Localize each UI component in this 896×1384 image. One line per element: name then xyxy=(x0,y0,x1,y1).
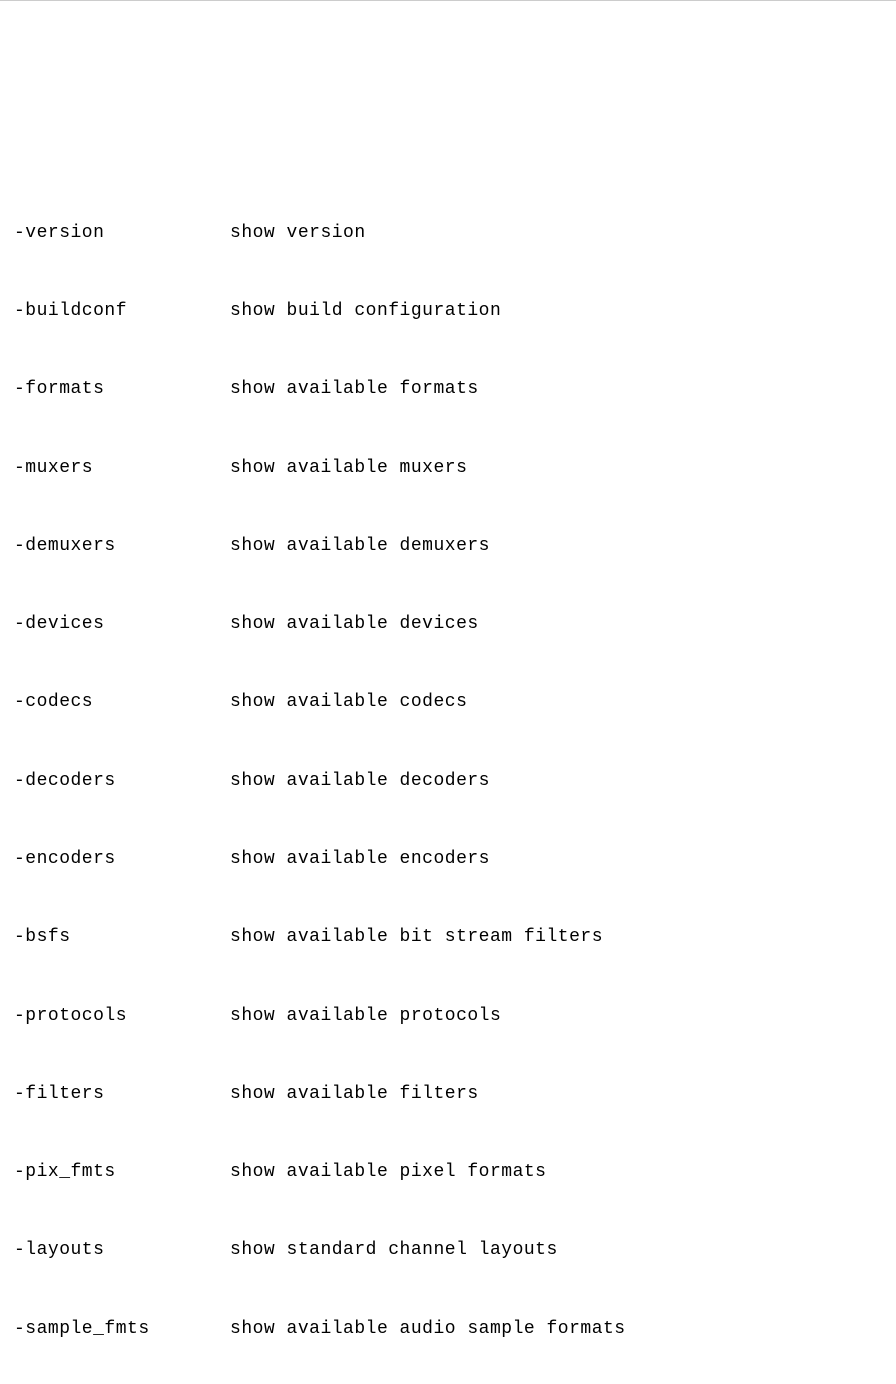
option-flag: -buildconf xyxy=(14,298,230,324)
option-desc: show available audio sample formats xyxy=(230,1319,626,1339)
option-desc: show available bit stream filters xyxy=(230,927,603,947)
option-flag: -demuxers xyxy=(14,533,230,559)
option-desc: show standard channel layouts xyxy=(230,1240,558,1260)
option-row: -muxersshow available muxers xyxy=(14,455,896,481)
option-flag: -bsfs xyxy=(14,924,230,950)
option-flag: -pix_fmts xyxy=(14,1159,230,1185)
option-desc: show available codecs xyxy=(230,692,467,712)
option-row: -protocolsshow available protocols xyxy=(14,1003,896,1029)
option-desc: show available filters xyxy=(230,1084,479,1104)
option-row: -versionshow version xyxy=(14,220,896,246)
option-flag: -codecs xyxy=(14,689,230,715)
option-desc: show available encoders xyxy=(230,849,490,869)
option-row: -layoutsshow standard channel layouts xyxy=(14,1237,896,1263)
help-options-list: -versionshow version -buildconfshow buil… xyxy=(14,168,896,1384)
option-flag: -filters xyxy=(14,1081,230,1107)
option-desc: show version xyxy=(230,223,366,243)
option-row: -encodersshow available encoders xyxy=(14,846,896,872)
terminal-output[interactable]: -versionshow version -buildconfshow buil… xyxy=(14,115,896,1384)
option-row: -filtersshow available filters xyxy=(14,1081,896,1107)
option-row: -decodersshow available decoders xyxy=(14,768,896,794)
option-desc: show available formats xyxy=(230,379,479,399)
option-flag: -devices xyxy=(14,611,230,637)
option-desc: show available devices xyxy=(230,614,479,634)
option-row: -codecsshow available codecs xyxy=(14,689,896,715)
option-row: -pix_fmtsshow available pixel formats xyxy=(14,1159,896,1185)
option-desc: show available muxers xyxy=(230,458,467,478)
option-desc: show available demuxers xyxy=(230,536,490,556)
option-row: -buildconfshow build configuration xyxy=(14,298,896,324)
option-desc: show available pixel formats xyxy=(230,1162,546,1182)
option-flag: -protocols xyxy=(14,1003,230,1029)
option-desc: show available decoders xyxy=(230,771,490,791)
option-flag: -sample_fmts xyxy=(14,1316,230,1342)
option-row: -demuxersshow available demuxers xyxy=(14,533,896,559)
option-row: -sample_fmtsshow available audio sample … xyxy=(14,1316,896,1342)
option-flag: -layouts xyxy=(14,1237,230,1263)
option-desc: show build configuration xyxy=(230,301,501,321)
option-flag: -decoders xyxy=(14,768,230,794)
option-row: -bsfsshow available bit stream filters xyxy=(14,924,896,950)
option-flag: -formats xyxy=(14,376,230,402)
option-row: -devicesshow available devices xyxy=(14,611,896,637)
option-row: -formatsshow available formats xyxy=(14,376,896,402)
option-flag: -encoders xyxy=(14,846,230,872)
option-flag: -muxers xyxy=(14,455,230,481)
option-desc: show available protocols xyxy=(230,1006,501,1026)
option-flag: -version xyxy=(14,220,230,246)
